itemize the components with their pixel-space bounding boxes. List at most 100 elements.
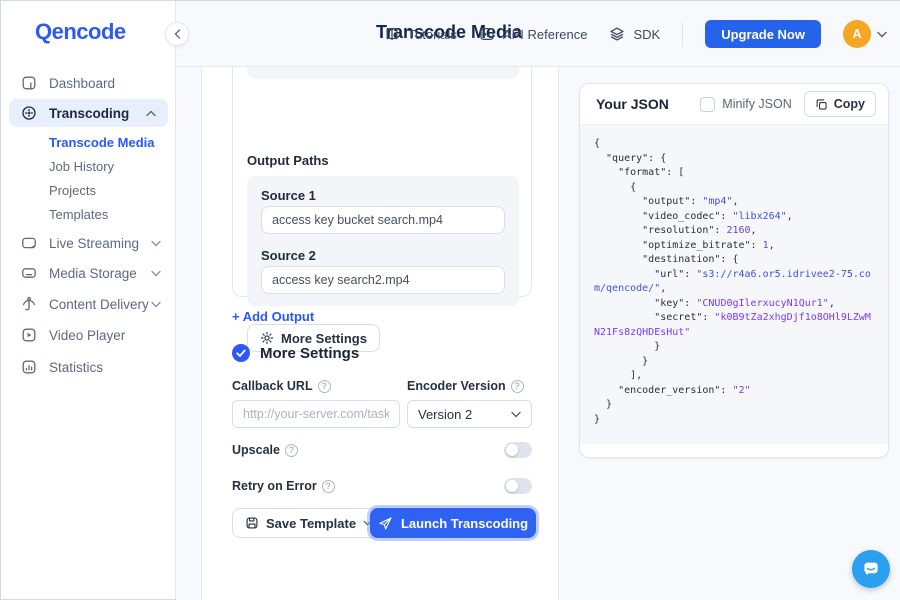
sidebar-item-label: Video Player xyxy=(49,328,125,343)
sidebar-item-transcode-media[interactable]: Transcode Media xyxy=(49,133,154,151)
statistics-icon xyxy=(21,359,37,375)
minify-json-control: Minify JSON xyxy=(700,97,791,112)
top-header: Transcode Media Tutorials API Reference … xyxy=(176,1,900,67)
json-panel-title: Your JSON xyxy=(596,96,669,112)
chat-bubble-icon xyxy=(861,559,881,579)
media-storage-icon xyxy=(21,265,37,281)
video-player-icon xyxy=(21,327,37,343)
chevron-down-icon xyxy=(151,270,161,277)
encoder-version-value: Version 2 xyxy=(418,407,472,422)
sidebar-item-label: Transcode Media xyxy=(49,135,154,150)
callback-url-input[interactable] xyxy=(232,400,400,428)
sidebar-collapse-button[interactable] xyxy=(165,22,189,46)
content-area: Output Paths Source 1 Source 2 More Sett… xyxy=(176,67,900,600)
source-2-input[interactable] xyxy=(261,266,505,294)
sidebar-item-templates[interactable]: Templates xyxy=(49,205,108,223)
encoder-version-select[interactable]: Version 2 xyxy=(407,400,532,428)
avatar[interactable]: A xyxy=(843,20,871,48)
sidebar-item-label: Live Streaming xyxy=(49,236,139,251)
api-reference-label: API Reference xyxy=(503,27,588,42)
retry-on-error-label: Retry on Error ? xyxy=(232,479,335,493)
json-code: { "query": { "format": [ { "output": "mp… xyxy=(580,125,888,444)
output-paths-label: Output Paths xyxy=(247,153,329,168)
copy-button-label: Copy xyxy=(834,97,865,111)
retry-on-error-label-text: Retry on Error xyxy=(232,479,317,493)
add-output-link[interactable]: + Add Output xyxy=(232,309,314,324)
sidebar-item-job-history[interactable]: Job History xyxy=(49,157,114,175)
header-divider xyxy=(682,22,683,46)
source-1-input[interactable] xyxy=(261,206,505,234)
source-1-label: Source 1 xyxy=(261,188,316,203)
sidebar-item-content-delivery[interactable]: Content Delivery xyxy=(1,292,176,316)
callback-url-label: Callback URL ? xyxy=(232,379,331,393)
sidebar-item-label: Transcoding xyxy=(49,106,129,121)
chevron-down-icon xyxy=(511,411,521,418)
chat-widget-button[interactable] xyxy=(852,550,890,588)
chevron-up-icon xyxy=(146,110,156,117)
qencode-logo[interactable]: Qencode xyxy=(35,19,126,45)
upgrade-now-button[interactable]: Upgrade Now xyxy=(705,20,821,48)
upscale-label: Upscale ? xyxy=(232,443,298,457)
upscale-toggle[interactable] xyxy=(504,442,532,458)
sidebar-item-dashboard[interactable]: Dashboard xyxy=(1,71,176,95)
copy-icon xyxy=(815,98,828,111)
callback-url-label-text: Callback URL xyxy=(232,379,313,393)
sdk-link[interactable]: SDK xyxy=(609,26,660,42)
sidebar-item-label: Job History xyxy=(49,159,114,174)
clipped-destination-group xyxy=(247,67,519,79)
sources-group: Source 1 Source 2 xyxy=(247,176,519,306)
minify-json-checkbox[interactable] xyxy=(700,97,715,112)
app-window: Qencode Dashboard Transcoding Transcode … xyxy=(0,0,900,600)
sidebar-item-label: Templates xyxy=(49,207,108,222)
json-preview-card: Your JSON Minify JSON Copy { "query": { … xyxy=(579,83,889,458)
dashboard-icon xyxy=(21,75,37,91)
toggle-knob xyxy=(506,444,518,456)
book-icon xyxy=(384,26,400,42)
source-2-label: Source 2 xyxy=(261,248,316,263)
sidebar-item-transcoding[interactable]: Transcoding xyxy=(9,99,168,127)
live-streaming-icon xyxy=(21,235,37,251)
check-circle-icon xyxy=(232,344,250,362)
json-card-header: Your JSON Minify JSON Copy xyxy=(580,84,888,125)
help-icon[interactable]: ? xyxy=(318,380,331,393)
launch-transcoding-label: Launch Transcoding xyxy=(401,516,528,531)
sidebar-item-label: Statistics xyxy=(49,360,103,375)
chevron-down-icon xyxy=(151,240,161,247)
sdk-label: SDK xyxy=(633,27,660,42)
account-menu[interactable]: A xyxy=(843,20,887,48)
copy-json-button[interactable]: Copy xyxy=(804,91,876,117)
chevron-down-icon xyxy=(151,301,161,308)
sidebar-item-label: Content Delivery xyxy=(49,297,149,312)
transcoding-form-panel: Output Paths Source 1 Source 2 More Sett… xyxy=(201,67,559,600)
transcoding-icon xyxy=(21,105,37,121)
sidebar-item-live-streaming[interactable]: Live Streaming xyxy=(1,231,176,255)
retry-on-error-toggle[interactable] xyxy=(504,478,532,494)
help-icon[interactable]: ? xyxy=(511,380,524,393)
chevron-left-icon xyxy=(174,29,181,39)
sidebar-item-label: Media Storage xyxy=(49,266,137,281)
api-reference-link[interactable]: API Reference xyxy=(479,26,588,42)
encoder-version-label-text: Encoder Version xyxy=(407,379,506,393)
sidebar-item-projects[interactable]: Projects xyxy=(49,181,96,199)
launch-transcoding-button[interactable]: Launch Transcoding xyxy=(370,508,536,538)
content-delivery-icon xyxy=(21,296,37,312)
sidebar-item-statistics[interactable]: Statistics xyxy=(1,355,176,379)
gear-icon xyxy=(260,331,274,345)
encoder-version-label: Encoder Version ? xyxy=(407,379,524,393)
sidebar-item-label: Projects xyxy=(49,183,96,198)
save-icon xyxy=(245,516,259,530)
help-icon[interactable]: ? xyxy=(285,444,298,457)
sidebar-item-video-player[interactable]: Video Player xyxy=(1,323,176,347)
save-template-button[interactable]: Save Template xyxy=(232,508,385,538)
upscale-label-text: Upscale xyxy=(232,443,280,457)
sidebar-item-media-storage[interactable]: Media Storage xyxy=(1,261,176,285)
more-settings-title: More Settings xyxy=(260,345,359,362)
help-icon[interactable]: ? xyxy=(322,480,335,493)
send-icon xyxy=(378,516,393,531)
minify-json-label: Minify JSON xyxy=(722,97,791,111)
layers-icon xyxy=(609,26,625,42)
sidebar-item-label: Dashboard xyxy=(49,76,115,91)
tutorials-link[interactable]: Tutorials xyxy=(384,26,457,42)
output-card: Output Paths Source 1 Source 2 More Sett… xyxy=(232,67,532,297)
sidebar: Qencode Dashboard Transcoding Transcode … xyxy=(1,1,176,599)
